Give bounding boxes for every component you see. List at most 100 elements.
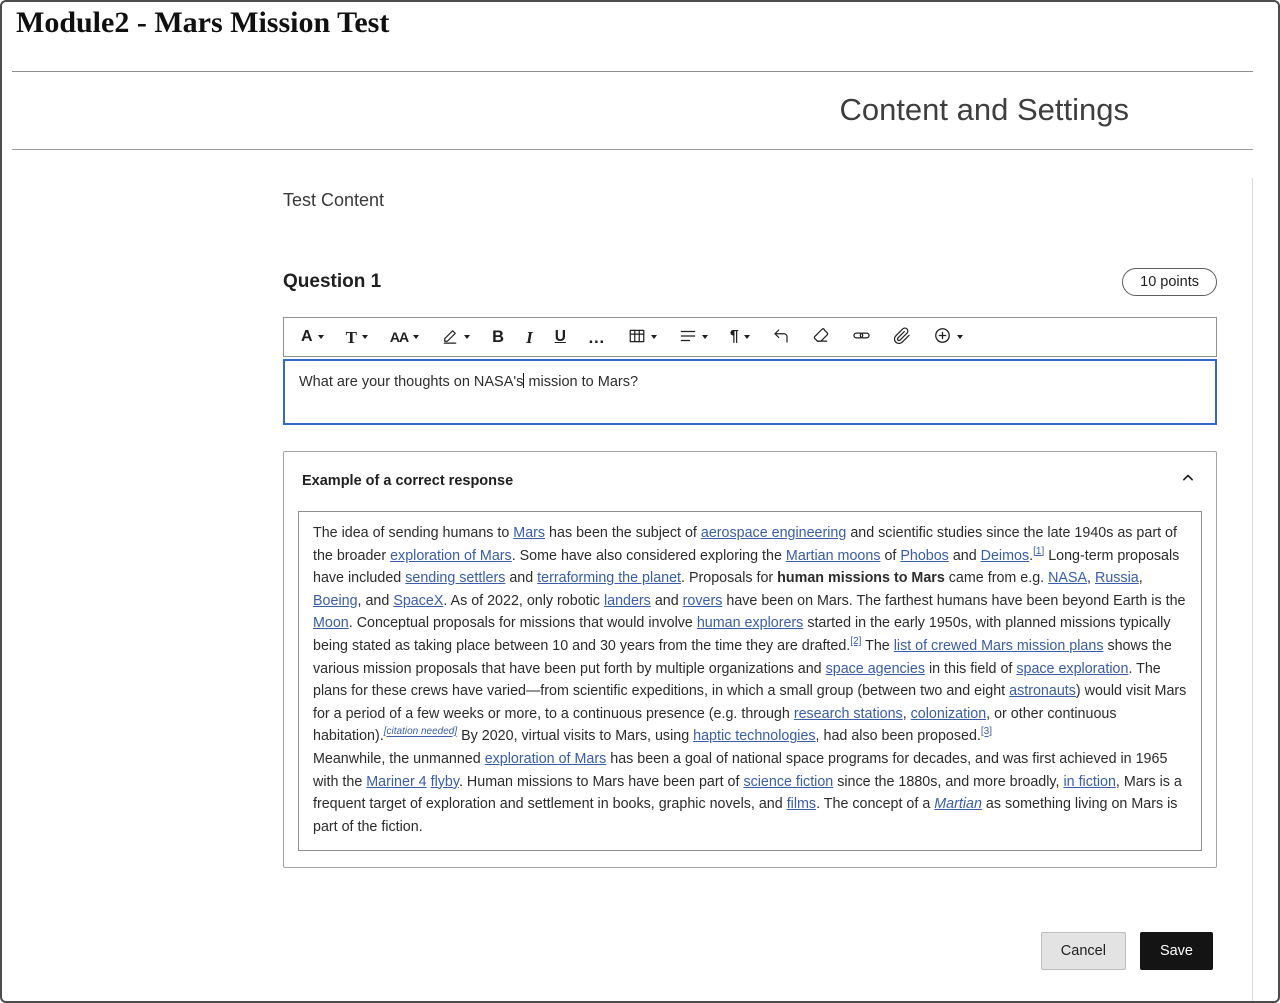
chevron-down-icon	[651, 335, 657, 339]
inline-link[interactable]: Martian moons	[786, 548, 881, 564]
font-size-button[interactable]: AA	[385, 327, 424, 347]
citation-needed-link[interactable]: [citation needed]	[384, 727, 457, 738]
response-paragraph: Meanwhile, the unmanned exploration of M…	[313, 748, 1187, 838]
undo-icon	[772, 327, 790, 348]
inline-link[interactable]: NASA	[1048, 570, 1087, 586]
inline-link[interactable]: exploration of Mars	[485, 751, 607, 767]
example-response-panel: Example of a correct response The idea o…	[283, 451, 1217, 868]
more-options-button[interactable]: …	[583, 326, 611, 349]
inline-link[interactable]: haptic technologies	[693, 728, 815, 744]
align-left-icon	[679, 327, 697, 348]
inline-link[interactable]: science fiction	[743, 774, 833, 790]
inline-link[interactable]: Boeing	[313, 593, 358, 609]
inline-link[interactable]: colonization	[911, 706, 987, 722]
inline-link[interactable]: terraforming the planet	[537, 570, 681, 586]
divider	[12, 149, 1253, 150]
ellipsis-icon: …	[588, 329, 606, 346]
response-paragraph: The idea of sending humans to Mars has b…	[313, 522, 1187, 748]
inline-link[interactable]: in fiction	[1063, 774, 1115, 790]
chevron-down-icon	[957, 335, 963, 339]
superscript: [citation needed]	[384, 727, 457, 738]
divider	[12, 71, 1253, 72]
chevron-down-icon	[318, 335, 324, 339]
question-prompt-after: mission to Mars?	[524, 374, 638, 390]
font-color-icon: A	[301, 329, 313, 345]
inline-link[interactable]: research stations	[794, 706, 903, 722]
chevron-up-icon[interactable]	[1178, 468, 1198, 493]
inline-link[interactable]: Deimos	[981, 548, 1029, 564]
insert-link-button[interactable]	[847, 323, 876, 351]
inline-link[interactable]: list of crewed Mars mission plans	[894, 638, 1104, 654]
save-button[interactable]: Save	[1140, 932, 1213, 970]
page-title: Module2 - Mars Mission Test	[16, 6, 389, 40]
link-icon	[852, 326, 871, 348]
ink-highlight-button[interactable]	[436, 324, 475, 351]
eraser-icon	[812, 327, 830, 348]
chevron-down-icon	[413, 335, 419, 339]
question-prompt-before: What are your thoughts on NASA's	[299, 374, 523, 390]
font-color-button[interactable]: A	[296, 326, 329, 348]
inline-link[interactable]: Martian	[934, 796, 982, 812]
example-panel-title: Example of a correct response	[302, 473, 513, 489]
test-content-label: Test Content	[283, 190, 1217, 211]
paperclip-icon	[893, 327, 911, 348]
inline-link[interactable]: human explorers	[697, 615, 804, 631]
action-buttons: Cancel Save	[1041, 932, 1213, 970]
inline-link[interactable]: Russia	[1095, 570, 1139, 586]
inline-link[interactable]: Mariner 4	[366, 774, 426, 790]
inline-link[interactable]: films	[787, 796, 816, 812]
superscript: [1]	[1033, 546, 1044, 557]
align-button[interactable]	[674, 324, 713, 351]
inline-link[interactable]: aerospace engineering	[701, 525, 846, 541]
underline-button[interactable]: U	[550, 326, 571, 348]
cancel-button[interactable]: Cancel	[1041, 932, 1126, 970]
undo-button[interactable]	[767, 324, 795, 351]
font-size-icon: AA	[390, 330, 408, 344]
inline-link[interactable]: SpaceX	[393, 593, 443, 609]
points-badge[interactable]: 10 points	[1122, 268, 1217, 296]
inline-link[interactable]: Moon	[313, 615, 349, 631]
rich-text-toolbar: A T AA B I U	[283, 317, 1217, 357]
insert-content-button[interactable]	[928, 323, 968, 351]
inline-link[interactable]: sending settlers	[405, 570, 505, 586]
inline-link[interactable]: exploration of Mars	[390, 548, 512, 564]
example-response-text[interactable]: The idea of sending humans to Mars has b…	[298, 511, 1202, 851]
inline-link[interactable]: Mars	[513, 525, 545, 541]
italic-icon: I	[526, 329, 533, 346]
text-style-button[interactable]: T	[341, 326, 373, 349]
bold-icon: B	[492, 329, 504, 346]
section-title: Content and Settings	[839, 92, 1129, 128]
highlight-pen-icon	[441, 327, 459, 348]
chevron-down-icon	[464, 335, 470, 339]
inline-link[interactable]: rovers	[683, 593, 723, 609]
inline-link[interactable]: flyby	[431, 774, 459, 790]
panel-edge	[1252, 178, 1253, 1001]
question-title: Question 1	[283, 271, 381, 293]
insert-table-button[interactable]	[623, 324, 662, 351]
chevron-down-icon	[362, 335, 368, 339]
bold-button[interactable]: B	[487, 326, 509, 349]
test-editor-window: Module2 - Mars Mission Test Content and …	[0, 0, 1280, 1003]
superscript: [2]	[850, 636, 861, 647]
inline-link[interactable]: space exploration	[1016, 661, 1128, 677]
example-panel-toggle[interactable]: Example of a correct response	[284, 452, 1216, 508]
inline-link[interactable]: landers	[604, 593, 651, 609]
reference-link[interactable]: [3]	[981, 727, 992, 738]
text-style-icon: T	[346, 329, 357, 346]
italic-button[interactable]: I	[521, 326, 538, 349]
chevron-down-icon	[702, 335, 708, 339]
question-header-row: Question 1 10 points	[283, 268, 1217, 296]
chevron-down-icon	[744, 335, 750, 339]
underline-icon: U	[555, 329, 566, 345]
paragraph-format-button[interactable]: ¶	[725, 326, 755, 348]
question-text-editor[interactable]: What are your thoughts on NASA's mission…	[283, 359, 1217, 425]
reference-link[interactable]: [2]	[850, 636, 861, 647]
inline-link[interactable]: space agencies	[826, 661, 925, 677]
reference-link[interactable]: [1]	[1033, 546, 1044, 557]
bold-text: human missions to Mars	[777, 570, 945, 586]
attach-file-button[interactable]	[888, 324, 916, 351]
eraser-button[interactable]	[807, 324, 835, 351]
inline-link[interactable]: astronauts	[1009, 683, 1076, 699]
inline-link[interactable]: Phobos	[900, 548, 949, 564]
plus-circle-icon	[933, 326, 952, 348]
